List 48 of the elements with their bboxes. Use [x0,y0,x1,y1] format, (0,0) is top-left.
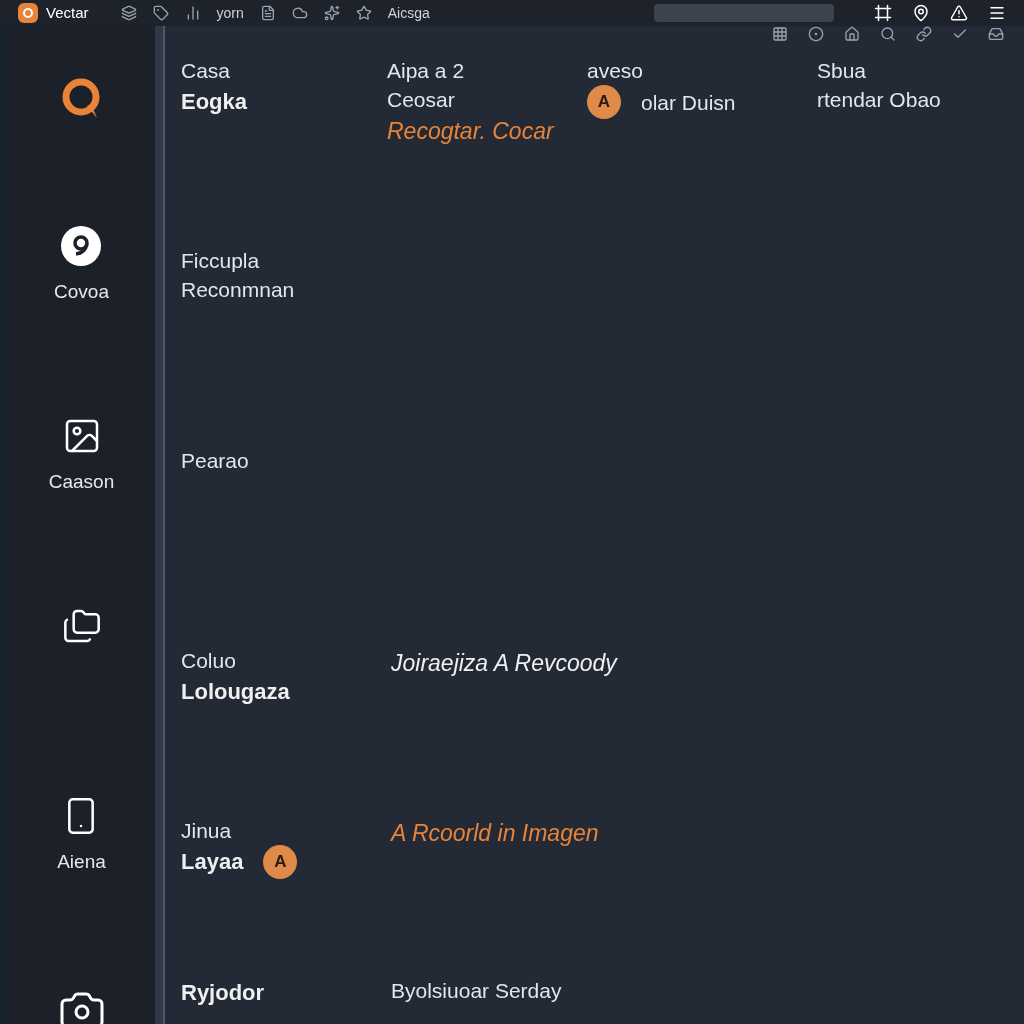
highlight-text: A Rcoorld in Imagen [391,819,600,848]
home-icon[interactable] [844,26,860,42]
number-icon[interactable] [61,226,102,266]
label: Eogka [181,88,249,116]
sidebar-label[interactable]: Caason [48,468,115,497]
app-logo-icon[interactable] [18,3,38,23]
document-icon[interactable] [259,5,276,21]
frame-icon[interactable] [874,4,892,22]
search-icon[interactable] [880,26,896,42]
toolbar-label[interactable]: Aicsga [387,2,430,24]
label: Lolougaza [181,678,291,706]
cloud-icon[interactable] [291,5,308,21]
circle-icon[interactable] [808,26,824,42]
search-field[interactable] [654,4,834,22]
scrollbar[interactable] [155,26,165,1024]
tray-icon[interactable] [988,26,1004,42]
grid-icon[interactable] [772,26,788,42]
warning-icon[interactable] [950,4,968,22]
layers-icon[interactable] [120,5,137,21]
label: Ceosar [387,87,456,113]
label: Byolsiuoar Serday [391,978,563,1004]
star-icon[interactable] [355,5,372,21]
label: Joiraejiza A Revcoody [391,649,619,678]
sparkle-icon[interactable] [323,5,340,21]
pin-icon[interactable] [912,4,930,22]
sidebar-label[interactable]: Covoa [54,278,109,307]
label: Jinua [181,818,233,844]
app-name: Vectar [46,2,89,23]
label: Reconmnan [181,277,296,303]
badge: A [263,845,298,879]
link-icon[interactable] [916,26,932,42]
label: Casa [181,58,232,84]
label: olar Duisn [641,89,736,116]
label: Coluo [181,648,237,674]
label: Layaa [181,848,244,876]
tag-icon[interactable] [152,5,169,21]
label: Ficcupla [181,248,261,274]
label: Pearao [181,448,250,474]
badge: A [587,85,621,119]
highlight-text: Recogtar. Cocar [387,117,556,146]
label: Aipa a 2 [387,58,466,84]
label: rtendar Obao [817,87,942,113]
toolbar-label[interactable]: yorn [216,2,244,24]
menu-icon[interactable] [988,4,1006,22]
label: Sbua [817,58,868,84]
label: aveso [587,58,645,84]
sidebar-label[interactable]: Aiena [57,848,106,877]
label: Ryjodor [181,979,266,1007]
